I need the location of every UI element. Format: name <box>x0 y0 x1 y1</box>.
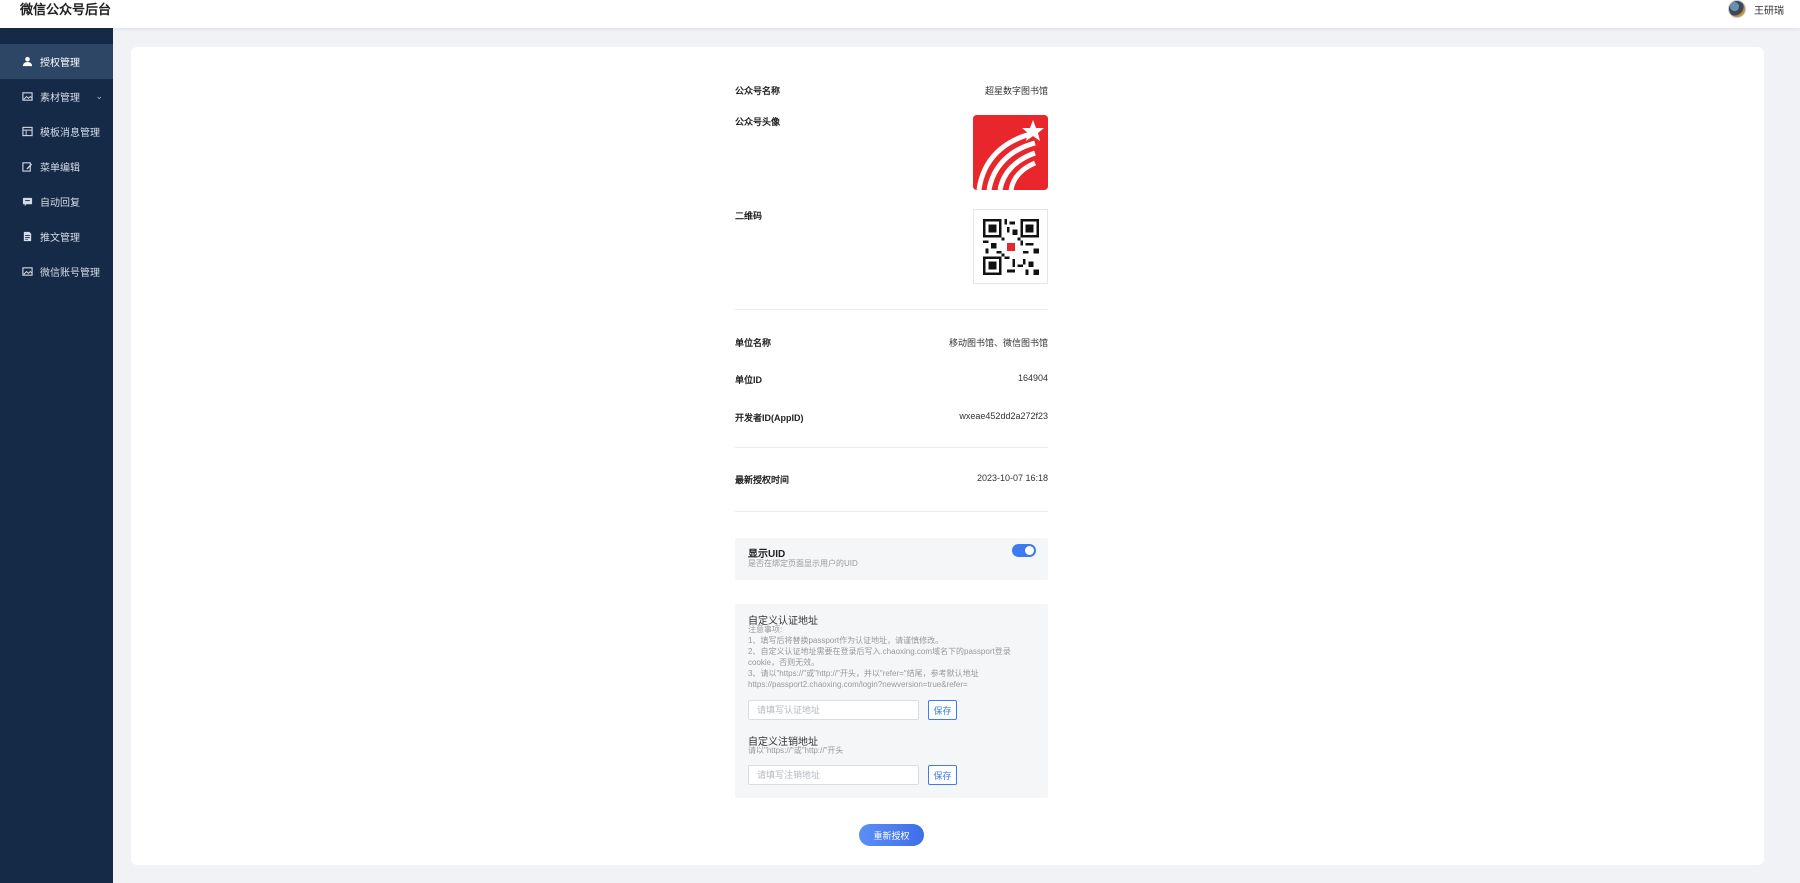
logout-url-save-button[interactable]: 保存 <box>928 765 957 785</box>
divider <box>735 447 1048 448</box>
org-name-label: 单位名称 <box>735 338 772 348</box>
reauthorize-button[interactable]: 重新授权 <box>859 824 924 846</box>
divider <box>735 511 1048 512</box>
auth-url-note-1: 1、填写后将替换passport作为认证地址，请谨慎修改。 <box>748 636 944 645</box>
org-name-row: 单位名称 移动图书馆、微信图书馆 <box>735 336 1048 349</box>
auth-url-input[interactable] <box>748 700 919 720</box>
app-title: 微信公众号后台 <box>20 2 112 17</box>
article-icon <box>21 231 33 243</box>
appid-row: 开发者ID(AppID) wxeae452dd2a272f23 <box>735 411 1048 424</box>
edit-icon <box>21 161 33 173</box>
account-name-label: 公众号名称 <box>735 86 781 96</box>
org-id-label: 单位ID <box>735 375 763 385</box>
sidebar-item-template[interactable]: 模板消息管理 <box>0 114 113 149</box>
toggle-knob <box>1025 546 1034 555</box>
sidebar-item-material[interactable]: 素材管理 ⌄ <box>0 79 113 114</box>
org-name-value: 移动图书馆、微信图书馆 <box>948 338 1048 348</box>
auth-time-label: 最新授权时间 <box>735 475 790 485</box>
account-icon <box>21 266 33 278</box>
uid-setting-panel: 显示UID 是否在绑定页面显示用户的UID <box>735 538 1048 580</box>
sidebar-item-label: 素材管理 <box>40 93 80 104</box>
org-id-value: 164904 <box>1017 373 1048 383</box>
auth-time-row: 最新授权时间 2023-10-07 16:18 <box>735 473 1048 486</box>
qr-label: 二维码 <box>735 211 763 221</box>
account-avatar-image <box>973 115 1048 190</box>
avatar[interactable] <box>1728 0 1746 18</box>
sidebar-item-auto-reply[interactable]: 自动回复 <box>0 184 113 219</box>
auth-time-value: 2023-10-07 16:18 <box>976 473 1048 483</box>
template-icon <box>21 126 33 138</box>
sidebar-item-menu-edit[interactable]: 菜单编辑 <box>0 149 113 184</box>
image-icon <box>21 91 33 103</box>
auth-url-note-2: 2、自定义认证地址需要在登录后写入.chaoxing.com域名下的passpo… <box>748 647 1011 667</box>
sidebar-item-articles[interactable]: 推文管理 <box>0 219 113 254</box>
user-name[interactable]: 王研瑞 <box>1754 2 1784 17</box>
logout-url-input[interactable] <box>748 765 919 785</box>
account-name-row: 公众号名称 超星数字图书馆 <box>735 84 1048 97</box>
custom-url-panel: 自定义认证地址 注意事项: 1、填写后将替换passport作为认证地址，请谨慎… <box>735 604 1048 798</box>
sidebar-item-label: 模板消息管理 <box>40 128 100 139</box>
sidebar-item-label: 授权管理 <box>40 58 80 69</box>
reply-icon <box>21 196 33 208</box>
sidebar-item-label: 推文管理 <box>40 233 80 244</box>
account-name-value: 超星数字图书馆 <box>984 86 1048 96</box>
sidebar: 授权管理 素材管理 ⌄ 模板消息管理 菜单编辑 自动回复 推文管理 微信账号管理 <box>0 28 113 883</box>
sidebar-item-label: 自动回复 <box>40 198 80 209</box>
user-icon <box>21 56 33 68</box>
auth-url-note-0: 注意事项: <box>748 625 783 634</box>
sidebar-item-label: 菜单编辑 <box>40 163 80 174</box>
auth-url-save-button[interactable]: 保存 <box>928 700 957 720</box>
appid-label: 开发者ID(AppID) <box>735 413 804 423</box>
qr-code <box>973 209 1048 284</box>
chevron-down-icon: ⌄ <box>95 91 103 101</box>
account-avatar-label: 公众号头像 <box>735 117 781 127</box>
sidebar-item-auth[interactable]: 授权管理 <box>0 44 113 79</box>
divider <box>735 309 1048 310</box>
uid-toggle[interactable] <box>1012 544 1036 557</box>
top-header: 微信公众号后台 王研瑞 <box>0 0 1800 28</box>
sidebar-item-wechat-account[interactable]: 微信账号管理 <box>0 254 113 289</box>
org-id-row: 单位ID 164904 <box>735 373 1048 386</box>
logout-url-note: 请以"https://"或"http://"开头 <box>748 746 844 755</box>
sidebar-item-label: 微信账号管理 <box>40 268 100 279</box>
uid-setting-desc: 是否在绑定页面显示用户的UID <box>748 559 858 568</box>
auth-url-note-3: 3、请以"https://"或"http://"开头，并以"refer="结尾，… <box>748 669 979 689</box>
appid-value: wxeae452dd2a272f23 <box>959 411 1048 421</box>
user-menu[interactable]: 王研瑞 <box>1728 0 1784 18</box>
